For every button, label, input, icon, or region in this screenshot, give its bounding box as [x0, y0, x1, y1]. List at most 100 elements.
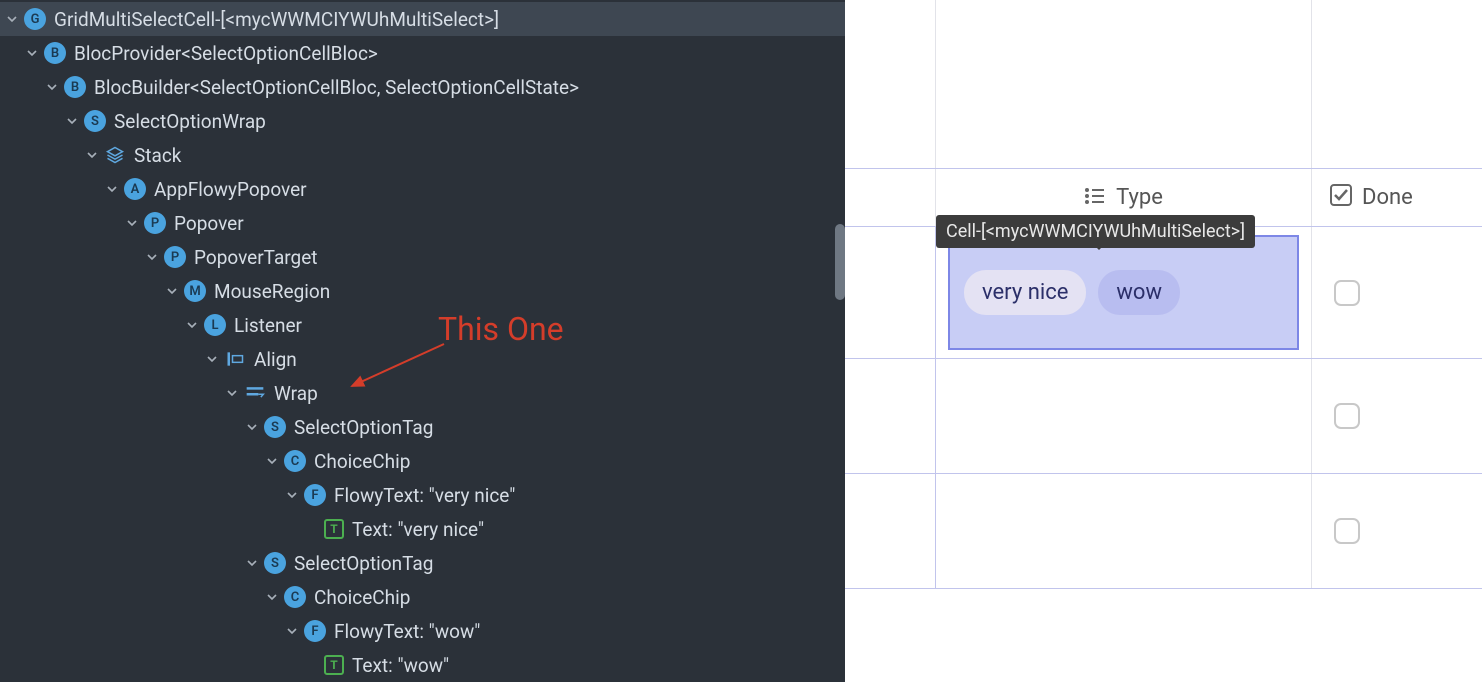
list-icon [1084, 186, 1106, 210]
tree-node-label: PopoverTarget [194, 246, 318, 269]
grid-header-cell-done[interactable]: Done [1312, 169, 1482, 226]
tree-node-label: SelectOptionTag [294, 416, 433, 439]
tree-node-label: Listener [234, 314, 302, 337]
chevron-down-icon[interactable] [264, 456, 280, 466]
select-chip[interactable]: very nice [964, 270, 1086, 315]
checkbox-unchecked[interactable] [1334, 280, 1360, 306]
grid-header-cell-type[interactable]: Type Cell-[<mycWWMCIYWUhMultiSelect>] [936, 169, 1312, 226]
grid-cell[interactable] [936, 359, 1312, 473]
chevron-down-icon[interactable] [124, 218, 140, 228]
widget-badge: A [124, 178, 146, 200]
widget-badge: B [64, 76, 86, 98]
grid-cell[interactable] [845, 359, 936, 473]
tree-node-label: BlocProvider<SelectOptionCellBloc> [74, 42, 378, 65]
widget-tree-list: G GridMultiSelectCell-[<mycWWMCIYWUhMulti… [0, 2, 845, 682]
tree-node[interactable]: F FlowyText: "wow" [0, 614, 845, 648]
select-chip[interactable]: wow [1098, 270, 1180, 315]
tree-node[interactable]: BBlocProvider<SelectOptionCellBloc> [0, 36, 845, 70]
tree-node[interactable]: T Text: "very nice" [0, 512, 845, 546]
tree-node-label: Stack [134, 144, 181, 167]
header-label: Type [1116, 185, 1163, 210]
widget-badge: F [304, 484, 326, 506]
tree-node[interactable]: SSelectOptionTag [0, 546, 845, 580]
app-preview-panel: Type Cell-[<mycWWMCIYWUhMultiSelect>] Do… [845, 0, 1482, 682]
tree-node-label: ChoiceChip [314, 450, 410, 473]
grid-cell[interactable] [936, 474, 1312, 588]
widget-badge: S [264, 416, 286, 438]
tree-node-label: FlowyText: "wow" [334, 620, 480, 643]
stack-icon [104, 144, 126, 166]
widget-badge: C [284, 586, 306, 608]
text-widget-badge: T [324, 519, 344, 539]
tree-node-label: FlowyText: "very nice" [334, 484, 515, 507]
chevron-down-icon[interactable] [204, 354, 220, 364]
chevron-down-icon[interactable] [284, 626, 300, 636]
tree-node[interactable]: T Text: "wow" [0, 648, 845, 682]
text-widget-badge: T [324, 655, 344, 675]
tree-node-label: GridMultiSelectCell-[<mycWWMCIYWUhMultiS… [54, 8, 499, 31]
tree-node-label: ChoiceChip [314, 586, 410, 609]
chevron-down-icon[interactable] [264, 592, 280, 602]
widget-badge: P [164, 246, 186, 268]
tree-node-label: Text: "very nice" [352, 518, 484, 541]
data-grid: Type Cell-[<mycWWMCIYWUhMultiSelect>] Do… [845, 0, 1482, 589]
tree-node[interactable]: Align [0, 342, 845, 376]
tree-node[interactable]: Wrap [0, 376, 845, 410]
grid-cell[interactable] [845, 474, 936, 588]
tree-node[interactable]: Stack [0, 138, 845, 172]
chevron-down-icon[interactable] [284, 490, 300, 500]
tree-node[interactable]: G GridMultiSelectCell-[<mycWWMCIYWUhMulti… [0, 2, 845, 36]
grid-cell-checkbox[interactable] [1312, 359, 1482, 473]
grid-row[interactable] [845, 473, 1482, 588]
widget-badge: F [304, 620, 326, 642]
chevron-down-icon[interactable] [24, 48, 40, 58]
tree-node[interactable]: P PopoverTarget [0, 240, 845, 274]
tree-node[interactable]: C ChoiceChip [0, 580, 845, 614]
grid-header-cell[interactable] [845, 169, 936, 226]
tree-node[interactable]: F FlowyText: "very nice" [0, 478, 845, 512]
grid-cell[interactable] [845, 227, 936, 358]
tree-node[interactable]: S SelectOptionWrap [0, 104, 845, 138]
chevron-down-icon[interactable] [164, 286, 180, 296]
chevron-down-icon[interactable] [244, 422, 260, 432]
chevron-down-icon[interactable] [44, 82, 60, 92]
widget-badge: L [204, 314, 226, 336]
grid-cell-checkbox[interactable] [1312, 474, 1482, 588]
tree-node-label: BlocBuilder<SelectOptionCellBloc, Select… [94, 76, 579, 99]
tree-node-label: SelectOptionWrap [114, 110, 266, 133]
tree-node-label: SelectOptionTag [294, 552, 433, 575]
tree-node-label: Text: "wow" [352, 654, 449, 677]
widget-badge: C [284, 450, 306, 472]
tree-node[interactable]: L Listener [0, 308, 845, 342]
tree-node[interactable]: A AppFlowyPopover [0, 172, 845, 206]
tree-node[interactable]: PPopover [0, 206, 845, 240]
tree-node[interactable]: S SelectOptionTag [0, 410, 845, 444]
checkbox-unchecked[interactable] [1334, 518, 1360, 544]
chevron-down-icon[interactable] [244, 558, 260, 568]
chevron-down-icon[interactable] [64, 116, 80, 126]
grid-cell-checkbox[interactable] [1312, 227, 1482, 358]
scrollbar-thumb[interactable] [835, 224, 845, 300]
widget-badge: G [24, 8, 46, 30]
chevron-down-icon[interactable] [4, 14, 20, 24]
tree-node[interactable]: B BlocBuilder<SelectOptionCellBloc, Selec… [0, 70, 845, 104]
tree-node-label: AppFlowyPopover [154, 178, 307, 201]
checkbox-unchecked[interactable] [1334, 403, 1360, 429]
tree-node[interactable]: C ChoiceChip [0, 444, 845, 478]
chevron-down-icon[interactable] [104, 184, 120, 194]
tree-node-label: Wrap [274, 382, 318, 405]
inspected-cell-highlight: very nice wow [948, 235, 1299, 350]
inspector-tooltip: Cell-[<mycWWMCIYWUhMultiSelect>] [936, 215, 1255, 248]
chevron-down-icon[interactable] [224, 388, 240, 398]
tree-node[interactable]: MMouseRegion [0, 274, 845, 308]
tree-node-label: MouseRegion [214, 280, 330, 303]
grid-row[interactable] [845, 358, 1482, 473]
wrap-icon [244, 382, 266, 404]
align-icon [224, 348, 246, 370]
chevron-down-icon[interactable] [144, 252, 160, 262]
tree-node-label: Align [254, 348, 297, 371]
widget-badge: S [84, 110, 106, 132]
grid-header-row: Type Cell-[<mycWWMCIYWUhMultiSelect>] Do… [845, 168, 1482, 226]
chevron-down-icon[interactable] [184, 320, 200, 330]
chevron-down-icon[interactable] [84, 150, 100, 160]
